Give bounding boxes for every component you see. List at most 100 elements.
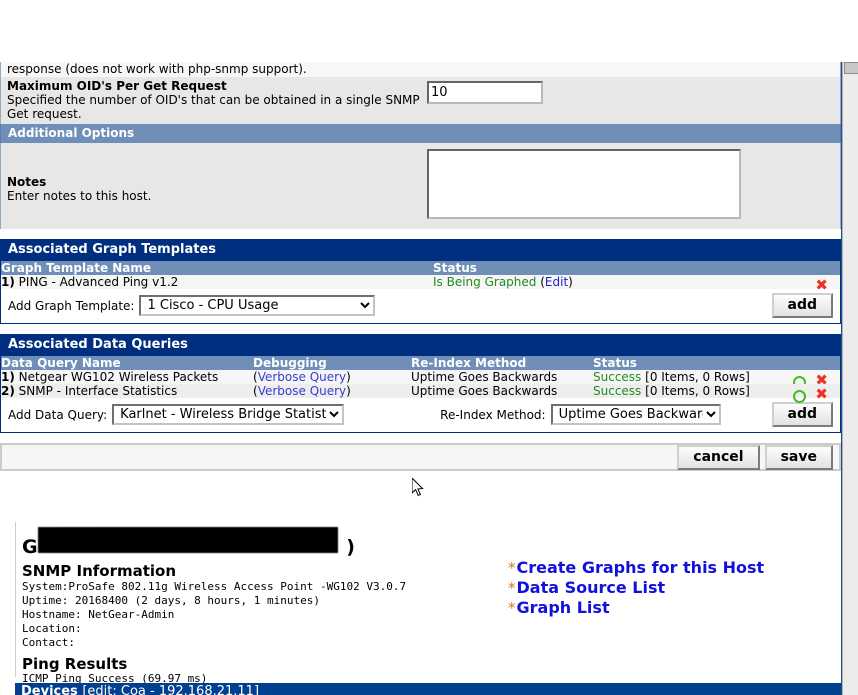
link-label[interactable]: Graph List [517,598,610,618]
status-detail: [0 Items, 0 Rows] [645,384,750,398]
data-query-status-cell: Success [0 Items, 0 Rows] ✖ [593,370,840,389]
graph-templates-header-row: Graph Template Name Status [1,261,840,275]
additional-options-header: Additional Options [0,124,841,143]
max-oid-input[interactable] [427,81,543,104]
reindex-method-cell: Uptime Goes Backwards [411,384,593,398]
link-data-source-list[interactable]: * Data Source List [508,578,764,598]
cancel-button[interactable]: cancel [677,444,760,470]
row-index: 1) [1,275,15,289]
snmp-line-hostname: Hostname: NetGear-Admin [22,608,175,621]
debugging-cell: (Verbose Query) [253,370,411,384]
link-create-graphs[interactable]: * Create Graphs for this Host [508,558,764,578]
snmp-line-contact: Contact: [22,636,75,649]
devices-detail: [edit: Coa - 192.168.21.11] [82,684,260,695]
reindex-method-select[interactable]: Uptime Goes Backwards [550,404,721,425]
column-graph-template-status: Status [433,261,840,275]
snmp-line-location: Location: [22,622,82,635]
snmp-information-heading: SNMP Information [22,562,177,580]
scrollbar-thumb[interactable] [844,62,858,74]
graph-templates-panel: Graph Template Name Status 1) PING - Adv… [0,261,841,324]
add-data-query-bar: Add Data Query: Karlnet - Wireless Bridg… [1,398,840,432]
notes-row: Notes Enter notes to this host. [0,143,841,229]
data-query-name-cell: 2) SNMP - Interface Statistics [1,384,253,398]
table-row[interactable]: 1) Netgear WG102 Wireless Packets (Verbo… [1,370,840,389]
notes-text: Notes Enter notes to this host. [7,149,427,203]
asterisk-icon: * [508,559,516,577]
max-oid-label: Maximum OID's Per Get Request [7,79,227,93]
notes-description: Enter notes to this host. [7,189,152,203]
page-scrollbar[interactable] [842,62,858,695]
column-data-query-name: Data Query Name [1,356,253,370]
graph-template-name-cell: 1) PING - Advanced Ping v1.2 [1,275,433,289]
row-index: 1) [1,370,15,384]
redaction-overlay [38,527,338,553]
verbose-query-link[interactable]: Verbose Query [258,370,346,384]
edit-link[interactable]: Edit [545,275,568,289]
data-query-status-cell: Success [0 Items, 0 Rows] ✖ [593,384,840,403]
status-badge: Success [593,384,642,398]
cacti-device-edit-screen: response (does not work with php-snmp su… [0,0,858,695]
add-data-query-button[interactable]: add [771,402,833,427]
table-row[interactable]: 2) SNMP - Interface Statistics (Verbose … [1,384,840,403]
form-content: response (does not work with php-snmp su… [0,62,841,471]
link-label[interactable]: Create Graphs for this Host [517,558,765,578]
red-x-icon[interactable]: ✖ [815,387,828,402]
truncated-description-text: response (does not work with php-snmp su… [0,62,841,77]
status-badge: Is Being Graphed [433,275,537,289]
data-queries-header-row: Data Query Name Debugging Re-Index Metho… [1,356,840,370]
column-graph-template-name: Graph Template Name [1,261,433,275]
max-oid-row: Maximum OID's Per Get Request Specified … [0,77,841,124]
debugging-cell: (Verbose Query) [253,384,411,398]
notes-textarea[interactable] [427,149,741,219]
devices-label[interactable]: Devices [21,684,78,695]
add-data-query-select[interactable]: Karlnet - Wireless Bridge Statistics [112,404,345,425]
table-row[interactable]: 1) PING - Advanced Ping v1.2 Is Being Gr… [1,275,840,293]
data-query-name: Netgear WG102 Wireless Packets [18,370,219,384]
verbose-query-link[interactable]: Verbose Query [258,384,346,398]
column-data-query-status: Status [593,356,840,370]
max-oid-text: Maximum OID's Per Get Request Specified … [7,79,427,121]
data-queries-panel: Data Query Name Debugging Re-Index Metho… [0,356,841,433]
asterisk-icon: * [508,579,516,597]
add-graph-template-label: Add Graph Template: [8,298,135,313]
devices-breadcrumb-bar: Devices [edit: Coa - 192.168.21.11] [15,683,841,695]
column-reindex-method: Re-Index Method [411,356,593,370]
data-queries-table: Data Query Name Debugging Re-Index Metho… [1,356,840,403]
ping-results-heading: Ping Results [22,655,128,673]
status-badge: Success [593,370,642,384]
graph-templates-table: Graph Template Name Status 1) PING - Adv… [1,261,840,293]
reindex-method-label: Re-Index Method: [440,407,546,422]
page-title-suffix: ) [346,536,355,558]
add-graph-template-bar: Add Graph Template: 1 Cisco - CPU Usage … [1,289,840,323]
data-query-name-cell: 1) Netgear WG102 Wireless Packets [1,370,253,384]
host-actions-links: * Create Graphs for this Host * Data Sou… [508,558,764,618]
graph-template-status-cell: Is Being Graphed (Edit) ✖ [433,275,840,293]
graph-templates-section-header: Associated Graph Templates [0,239,841,261]
red-x-icon[interactable]: ✖ [815,278,828,293]
status-detail: [0 Items, 0 Rows] [645,370,750,384]
add-graph-template-button[interactable]: add [771,293,833,318]
save-button[interactable]: save [764,444,833,470]
mouse-cursor [412,478,424,497]
left-divider [15,522,16,677]
snmp-line-uptime: Uptime: 20168400 (2 days, 8 hours, 1 min… [22,594,321,607]
column-debugging: Debugging [253,356,411,370]
row-index: 2) [1,384,15,398]
asterisk-icon: * [508,599,516,617]
data-query-name: SNMP - Interface Statistics [18,384,178,398]
reindex-method-cell: Uptime Goes Backwards [411,370,593,384]
notes-label: Notes [7,175,47,189]
data-queries-section-header: Associated Data Queries [0,334,841,356]
snmp-line-system: System:ProSafe 802.11g Wireless Access P… [22,580,407,593]
green-circle-icon[interactable] [793,390,806,403]
action-bar: cancel save [0,443,841,471]
link-graph-list[interactable]: * Graph List [508,598,764,618]
max-oid-description: Specified the number of OID's that can b… [7,93,420,121]
link-label[interactable]: Data Source List [517,578,666,598]
graph-template-name: PING - Advanced Ping v1.2 [18,275,179,289]
add-data-query-label: Add Data Query: [8,407,108,422]
page-title-prefix: G [22,536,38,558]
add-graph-template-select[interactable]: 1 Cisco - CPU Usage [139,295,376,316]
